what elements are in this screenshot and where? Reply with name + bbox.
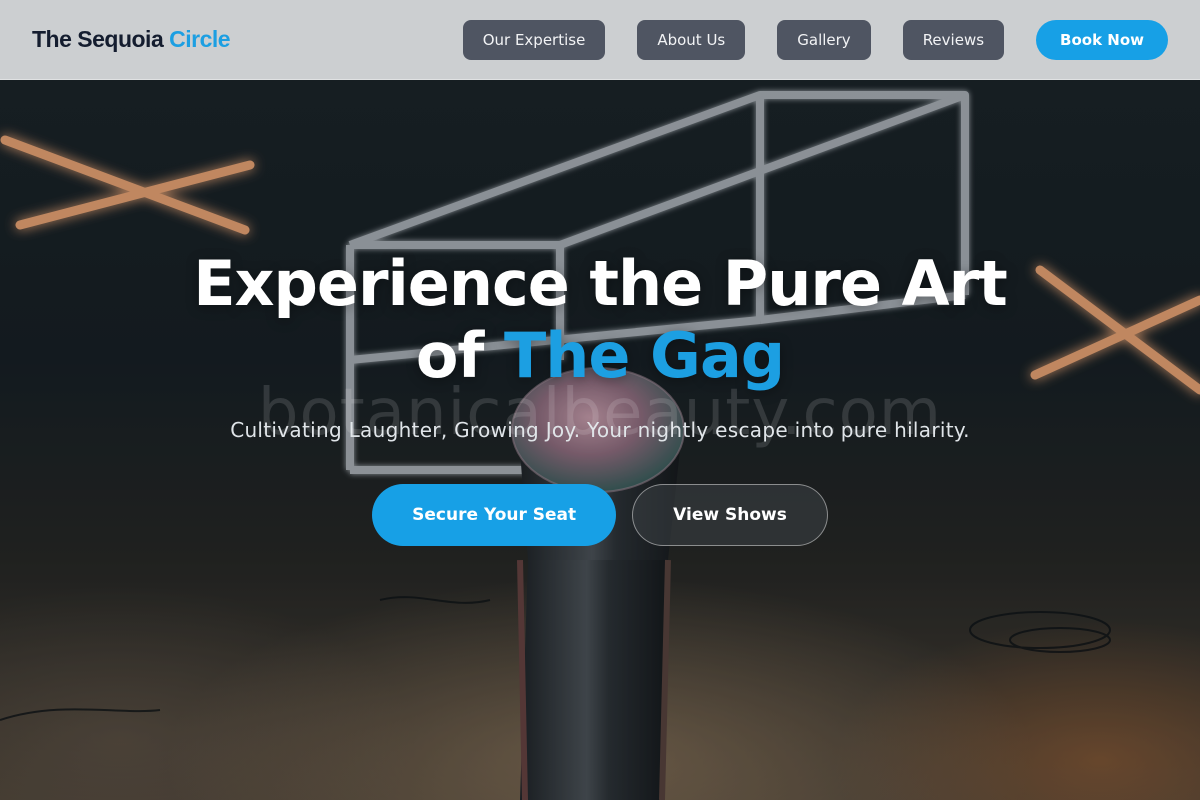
hero-title: Experience the Pure Art of The Gag <box>0 248 1200 392</box>
nav-gallery[interactable]: Gallery <box>777 19 871 60</box>
brand-logo[interactable]: The Sequoia Circle <box>32 26 231 53</box>
hero-section: botanicalbeauty.com Experience the Pure … <box>0 248 1200 546</box>
book-now-button[interactable]: Book Now <box>1036 19 1168 60</box>
nav-our-expertise[interactable]: Our Expertise <box>462 19 606 60</box>
brand-name: The Sequoia <box>32 26 164 52</box>
view-shows-button[interactable]: View Shows <box>632 484 828 546</box>
nav-links: Our Expertise About Us Gallery Reviews B… <box>462 19 1168 60</box>
hero-title-highlight: The Gag <box>503 319 785 392</box>
brand-accent: Circle <box>169 26 231 52</box>
hero-subtitle: Cultivating Laughter, Growing Joy. Your … <box>230 418 970 442</box>
navbar: The Sequoia Circle Our Expertise About U… <box>0 0 1200 80</box>
hero-title-prefix: of <box>415 319 485 392</box>
nav-reviews[interactable]: Reviews <box>902 19 1005 60</box>
cta-row: Secure Your Seat View Shows <box>0 484 1200 546</box>
hero-title-line1: Experience the Pure Art <box>193 247 1008 320</box>
nav-about-us[interactable]: About Us <box>637 19 746 60</box>
secure-your-seat-button[interactable]: Secure Your Seat <box>372 484 617 546</box>
